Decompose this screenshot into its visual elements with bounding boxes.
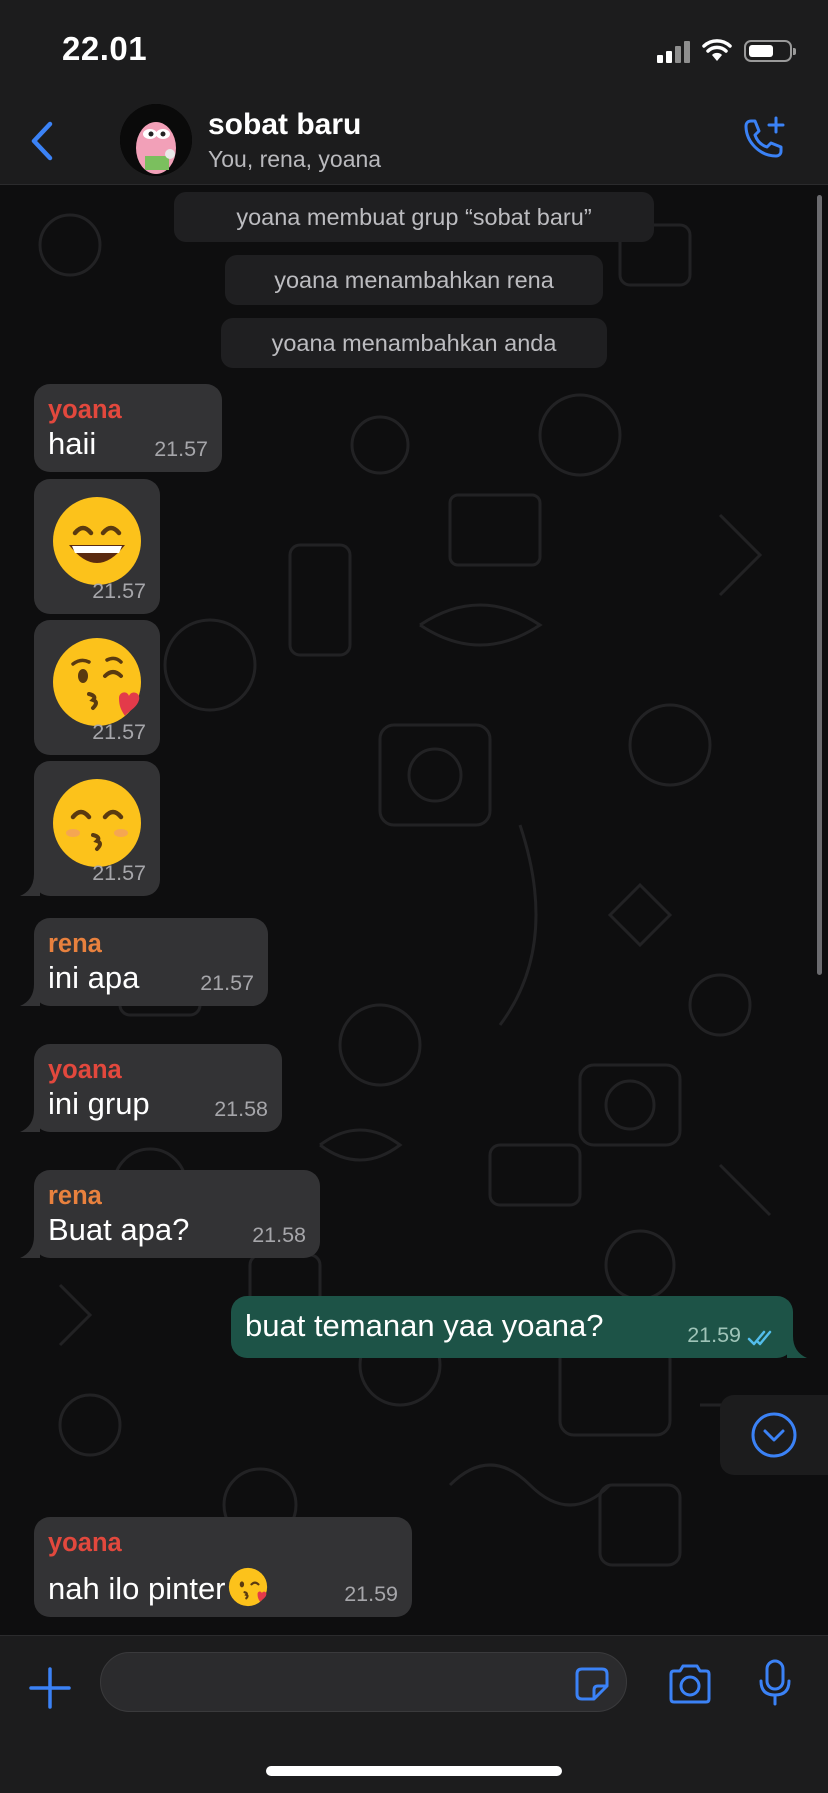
grinning-face-with-smiling-eyes-icon: [53, 497, 141, 585]
wifi-icon: [702, 39, 732, 61]
scrollbar[interactable]: [817, 195, 822, 975]
message-time: 21.57: [154, 437, 208, 461]
message-sender: rena: [48, 930, 102, 958]
message-list[interactable]: yoana membuat grup “sobat baru” yoana me…: [0, 185, 828, 1635]
message-time: 21.58: [214, 1097, 268, 1121]
chevron-down-circle-icon: [751, 1412, 797, 1458]
chat-title[interactable]: sobat baru: [208, 108, 361, 142]
message-bubble[interactable]: yoana ini grup 21.58: [20, 1044, 282, 1132]
back-chevron-icon[interactable]: [22, 116, 62, 166]
bubble-tail: [20, 1236, 40, 1258]
chat-header: sobat baru You, rena, yoana: [0, 96, 828, 185]
message-text: nah ilo pinter: [48, 1567, 268, 1607]
message-text: ini grup: [48, 1086, 150, 1121]
message-input[interactable]: [100, 1652, 627, 1712]
bubble-tail: [20, 1110, 40, 1132]
system-message: yoana menambahkan anda: [221, 318, 607, 368]
read-receipt-icon: [747, 1330, 772, 1346]
message-time: 21.59: [344, 1582, 398, 1606]
chat-participants[interactable]: You, rena, yoana: [208, 146, 381, 173]
add-call-icon[interactable]: [736, 114, 788, 166]
system-message-text: yoana menambahkan rena: [274, 266, 554, 293]
message-bubble[interactable]: rena ini apa 21.57: [20, 918, 268, 1006]
status-time: 22.01: [62, 30, 148, 67]
home-indicator: [266, 1766, 562, 1776]
message-text: ini apa: [48, 960, 140, 995]
camera-icon[interactable]: [667, 1664, 713, 1704]
emoji-message-bubble[interactable]: 21.57: [20, 761, 160, 896]
emoji-message-bubble[interactable]: 21.57: [34, 479, 160, 614]
battery-icon: [744, 40, 796, 62]
message-time: 21.57: [92, 861, 146, 885]
bubble-tail: [20, 984, 40, 1006]
group-avatar[interactable]: [120, 104, 192, 176]
plus-icon[interactable]: [28, 1666, 72, 1710]
system-message: yoana menambahkan rena: [225, 255, 603, 305]
status-icons: [657, 36, 796, 66]
system-message-text: yoana menambahkan anda: [271, 329, 557, 356]
kissing-face-with-smiling-eyes-icon: [53, 779, 141, 867]
status-bar: 22.01: [0, 0, 828, 96]
outgoing-message-bubble[interactable]: buat temanan yaa yoana? 21.59: [231, 1296, 807, 1358]
message-bubble[interactable]: yoana haii 21.57: [34, 384, 222, 472]
bubble-tail: [20, 874, 40, 896]
message-text: haii: [48, 426, 97, 461]
message-text: Buat apa?: [48, 1212, 190, 1247]
system-message: yoana membuat grup “sobat baru”: [174, 192, 654, 242]
sticker-icon[interactable]: [574, 1666, 610, 1702]
face-blowing-a-kiss-icon: [228, 1567, 267, 1607]
cellular-signal-icon: [657, 39, 690, 63]
message-sender: rena: [48, 1182, 102, 1210]
emoji-message-bubble[interactable]: 21.57: [34, 620, 160, 755]
message-time: 21.57: [92, 579, 146, 603]
message-text-content: nah ilo pinter: [48, 1571, 226, 1606]
face-blowing-a-kiss-icon: [53, 638, 141, 726]
bubble-tail: [787, 1336, 807, 1358]
message-bubble[interactable]: yoana nah ilo pinter 21.59: [34, 1517, 412, 1617]
microphone-icon[interactable]: [757, 1659, 793, 1707]
message-bubble[interactable]: rena Buat apa? 21.58: [20, 1170, 320, 1258]
message-sender: yoana: [48, 396, 122, 424]
composer-bar: [0, 1635, 828, 1793]
message-sender: yoana: [48, 1529, 122, 1557]
message-time: 21.57: [92, 720, 146, 744]
message-text: buat temanan yaa yoana?: [245, 1308, 604, 1343]
message-time: 21.59: [687, 1323, 741, 1347]
message-time: 21.58: [252, 1223, 306, 1247]
message-time: 21.57: [200, 971, 254, 995]
system-message-text: yoana membuat grup “sobat baru”: [236, 203, 592, 230]
message-sender: yoana: [48, 1056, 122, 1084]
avatar-illustration: [120, 104, 192, 176]
scroll-to-bottom-button[interactable]: [720, 1395, 828, 1475]
